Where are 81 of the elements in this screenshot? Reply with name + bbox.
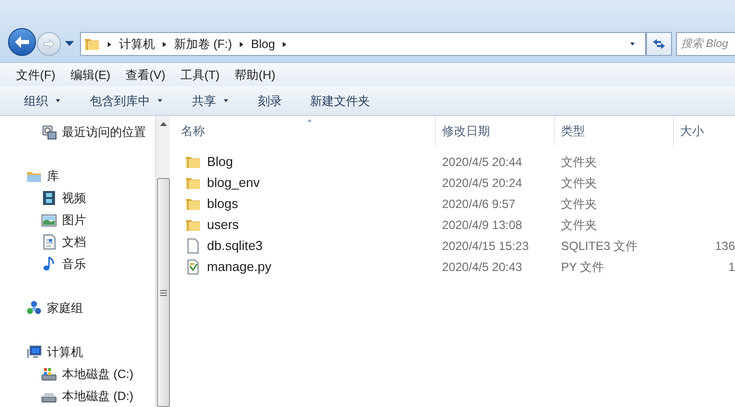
nav-item[interactable]: 音乐 xyxy=(6,253,155,275)
breadcrumb-segment[interactable]: 计算机 xyxy=(119,35,155,53)
computer-icon xyxy=(26,344,42,360)
scrollbar[interactable] xyxy=(155,116,170,407)
menu-item[interactable]: 工具(T) xyxy=(173,64,227,84)
file-row[interactable]: blog_env 2020/4/5 20:24 文件夹 xyxy=(175,172,735,193)
toolbar-button[interactable]: 组织 xyxy=(12,88,74,112)
toolbar-button[interactable]: 共享 xyxy=(180,88,242,112)
address-bar[interactable]: 计算机 新加卷 (F:) Blog xyxy=(80,32,646,56)
nav-item[interactable]: 文档 xyxy=(6,231,155,253)
toolbar-button[interactable]: 新建文件夹 xyxy=(298,88,382,112)
file-name: db.sqlite3 xyxy=(207,236,263,255)
file-type: SQLITE3 文件 xyxy=(560,238,639,254)
network-icon xyxy=(26,300,42,316)
file-size: 1 xyxy=(727,258,735,276)
nav-item[interactable]: 家庭组 xyxy=(6,297,155,319)
nav-item[interactable]: 图片 xyxy=(6,209,155,231)
back-arrow-icon xyxy=(14,35,30,49)
toolbar-button[interactable]: 包含到库中 xyxy=(78,88,176,112)
modified-date: 2020/4/5 20:43 xyxy=(441,258,524,276)
chevron-icon xyxy=(238,40,245,48)
file-name: users xyxy=(207,216,239,234)
column-header[interactable]: 类型 xyxy=(555,116,674,146)
grip-icon xyxy=(160,290,166,296)
scroll-up-icon[interactable] xyxy=(160,122,166,126)
scrollbar-thumb[interactable] xyxy=(156,178,170,407)
forward-arrow-icon xyxy=(43,39,55,49)
dropdown-arrow-icon[interactable] xyxy=(65,41,74,47)
modified-date: 2020/4/5 20:44 xyxy=(441,154,524,170)
file-type: 文件夹 xyxy=(560,174,598,192)
menu-item[interactable]: 编辑(E) xyxy=(63,64,118,84)
file-name: Blog xyxy=(207,152,234,171)
file-row[interactable]: manage.py 2020/4/5 20:43 PY 文件 1 xyxy=(175,256,735,277)
file-name: blogs xyxy=(207,194,238,213)
modified-date: 2020/4/9 13:08 xyxy=(441,216,524,234)
file-row[interactable]: db.sqlite3 2020/4/15 15:23 SQLITE3 文件 136 xyxy=(175,235,735,256)
recent-places-icon xyxy=(41,124,57,140)
file-name: blog_env xyxy=(207,174,260,192)
nav-item[interactable]: 本地磁盘 (D:) xyxy=(6,385,155,407)
toolbar-button[interactable]: 刻录 xyxy=(246,88,294,112)
music-note-icon xyxy=(41,256,57,272)
breadcrumb-segment[interactable]: Blog xyxy=(251,35,276,53)
chevron-icon xyxy=(281,40,288,48)
document-icon xyxy=(41,234,57,250)
modified-date: 2020/4/5 20:24 xyxy=(441,174,524,192)
modified-date: 2020/4/6 9:57 xyxy=(441,196,516,212)
refresh-button[interactable] xyxy=(646,32,672,56)
file-type: PY 文件 xyxy=(560,258,606,276)
nav-item[interactable]: 本地磁盘 (C:) xyxy=(6,363,155,385)
refresh-icon xyxy=(652,38,666,50)
menu-item[interactable]: 查看(V) xyxy=(118,64,172,84)
column-header[interactable]: 大小 xyxy=(674,116,719,146)
nav-item[interactable]: 库 xyxy=(6,165,155,187)
menu-item[interactable]: 帮助(H) xyxy=(228,64,282,84)
sort-arrow-icon xyxy=(305,118,314,123)
menu-item[interactable]: 文件(F) xyxy=(9,64,62,84)
disk-icon xyxy=(41,366,57,382)
file-name: manage.py xyxy=(207,258,272,276)
file-size: 136 xyxy=(714,238,735,254)
file-type: 文件夹 xyxy=(560,196,598,212)
column-header[interactable]: 修改日期 xyxy=(436,116,555,146)
film-icon xyxy=(41,190,57,206)
nav-item[interactable]: 计算机 xyxy=(6,341,155,363)
file-row[interactable]: blogs 2020/4/6 9:57 文件夹 xyxy=(175,193,735,214)
image-icon xyxy=(41,212,57,228)
file-type: 文件夹 xyxy=(560,216,598,234)
nav-item[interactable]: 最近访问的位置 xyxy=(6,121,155,143)
breadcrumb-segment[interactable]: 新加卷 (F:) xyxy=(174,35,232,53)
chevron-icon xyxy=(161,40,168,48)
back-button[interactable] xyxy=(8,28,36,56)
file-row[interactable]: Blog 2020/4/5 20:44 文件夹 xyxy=(175,151,735,172)
file-row[interactable]: users 2020/4/9 13:08 文件夹 xyxy=(175,214,735,235)
dropdown-arrow-icon xyxy=(628,41,637,47)
search-field[interactable]: 搜索 Blog xyxy=(676,32,735,56)
file-icon xyxy=(185,238,201,254)
nav-item[interactable]: 视频 xyxy=(6,187,155,209)
modified-date: 2020/4/15 15:23 xyxy=(441,238,530,254)
file-type: 文件夹 xyxy=(560,154,598,170)
script-file-icon xyxy=(185,258,201,274)
folder-icon xyxy=(84,36,100,52)
chevron-icon xyxy=(106,40,113,48)
